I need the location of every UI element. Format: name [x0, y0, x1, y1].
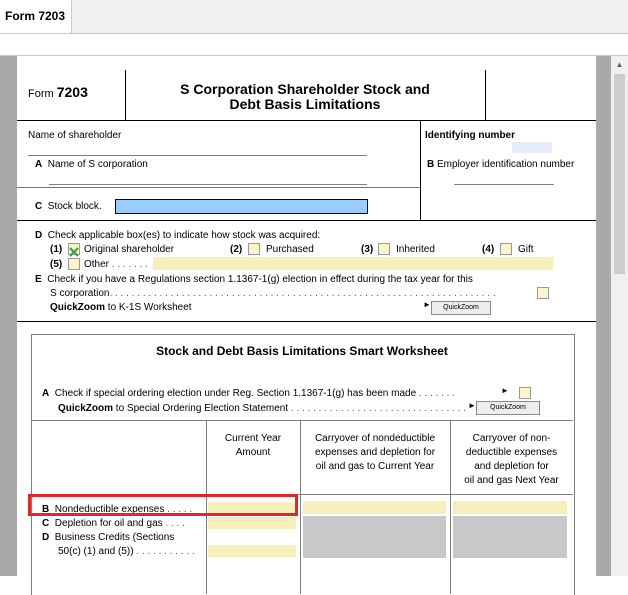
carryover-current-disabled-cell — [303, 516, 446, 558]
row-d-label-2: 50(c) (1) and (5)) — [58, 546, 134, 557]
identifying-number-label: Identifying number — [425, 130, 515, 141]
line-d-label: Check applicable box(es) to indicate how… — [47, 230, 321, 241]
rule-before-worksheet — [17, 321, 596, 322]
identifying-number-field[interactable] — [512, 142, 552, 153]
col3-header-line3: and depletion for — [474, 461, 549, 472]
ws-line-a-label: Check if special ordering election under… — [54, 388, 417, 399]
id-column-divider — [420, 120, 421, 220]
stock-block-field[interactable] — [115, 199, 368, 214]
col2-header-line1: Carryover of nondeductible — [314, 433, 436, 444]
shareholder-name-field[interactable] — [28, 155, 367, 156]
vertical-scrollbar[interactable]: ▲ — [611, 56, 628, 576]
depletion-current-year-field[interactable] — [208, 517, 296, 529]
line-e-label-2: S corporation — [50, 288, 110, 299]
form-word: Form — [28, 88, 54, 100]
d1-label: Original shareholder — [84, 244, 175, 255]
d5-label: Other — [84, 259, 110, 270]
carryover-next-disabled-cell — [453, 516, 567, 558]
d2-number: (2) — [230, 244, 243, 255]
col2-header-line2: expenses and depletion for — [314, 447, 436, 458]
col2-header-line3: oil and gas to Current Year — [315, 461, 435, 472]
special-ordering-checkbox[interactable] — [519, 387, 531, 399]
line-a-letter: A — [35, 159, 43, 170]
col-carryover-current-header: Carryover of nondeductible expenses and … — [300, 432, 450, 474]
purchased-checkbox[interactable] — [248, 243, 260, 255]
table-row: C Depletion for oil and gas . . . . — [42, 518, 185, 529]
s-corporation-name-field[interactable] — [49, 184, 367, 185]
ws-line-a-letter: A — [42, 388, 50, 399]
col3-header-line2: deductible expenses — [465, 447, 558, 458]
form-title: S Corporation Shareholder Stock and Debt… — [127, 82, 483, 112]
form-number: 7203 — [56, 84, 88, 100]
original-shareholder-checkbox[interactable] — [68, 243, 80, 257]
quickzoom-1-bold: QuickZoom — [50, 302, 106, 313]
nondeductible-carryover-next-field[interactable] — [453, 501, 567, 514]
arrow-right-icon: ► — [501, 386, 509, 395]
col3-header-line4: oil and gas Next Year — [464, 475, 559, 486]
tab-bar: Form 7203 — [0, 0, 628, 34]
col3-header-line1: Carryover of non- — [472, 433, 551, 444]
inherited-checkbox[interactable] — [378, 243, 390, 255]
other-checkbox[interactable] — [68, 258, 80, 270]
col-current-year-header: Current Year Amount — [206, 432, 300, 460]
scroll-up-arrow-icon[interactable]: ▲ — [611, 56, 628, 73]
form-title-line2: Debt Basis Limitations — [229, 96, 381, 112]
row-c-letter: C — [42, 518, 50, 529]
checkmark-icon — [69, 247, 79, 257]
form-page: Form 7203 S Corporation Shareholder Stoc… — [17, 56, 596, 595]
table-row: D Business Credits (Sections — [42, 532, 174, 543]
arrow-right-icon: ► — [423, 300, 431, 309]
line-b-letter: B — [427, 159, 435, 170]
ein-field[interactable] — [454, 184, 554, 185]
election-checkbox[interactable] — [537, 287, 549, 299]
quickzoom-2-label: to Special Ordering Election Statement — [115, 403, 289, 414]
line-c-letter: C — [35, 201, 43, 212]
line-e-letter: E — [35, 274, 42, 285]
row-d-label: Business Credits (Sections — [54, 532, 175, 543]
d3-label: Inherited — [396, 244, 435, 255]
d1-number: (1) — [50, 244, 63, 255]
row-d-letter: D — [42, 532, 50, 543]
header-rule — [17, 120, 596, 121]
line-a-label: Name of S corporation — [47, 159, 148, 170]
table-top-rule — [31, 420, 573, 421]
col1-header-line1: Current Year — [224, 433, 282, 444]
d4-label: Gift — [518, 244, 534, 255]
rule-before-d — [17, 220, 596, 221]
quickzoom-1-label: to K-1S Worksheet — [107, 302, 192, 313]
line-e-label-1: Check if you have a Regulations section … — [47, 274, 473, 285]
col1-header-line2: Amount — [235, 447, 271, 458]
name-of-shareholder-label: Name of shareholder — [28, 130, 122, 141]
header-divider-right — [485, 70, 486, 120]
quickzoom-2-bold: QuickZoom — [58, 403, 114, 414]
quickzoom-k1s-button[interactable]: QuickZoom — [431, 301, 491, 315]
quickzoom-special-ordering-button[interactable]: QuickZoom — [476, 401, 540, 415]
d4-number: (4) — [482, 244, 495, 255]
d2-label: Purchased — [266, 244, 314, 255]
tab-label: Form 7203 — [5, 9, 66, 23]
arrow-right-icon: ► — [468, 401, 476, 410]
line-c-label: Stock block. — [47, 201, 102, 212]
line-d-letter: D — [35, 230, 43, 241]
highlight-box — [28, 494, 298, 516]
col-carryover-next-header: Carryover of non- deductible expenses an… — [450, 432, 573, 488]
form-title-line1: S Corporation Shareholder Stock and — [180, 81, 430, 97]
d5-number: (5) — [50, 259, 63, 270]
business-credits-current-year-field[interactable] — [208, 545, 296, 557]
scrollbar-thumb[interactable] — [614, 74, 625, 274]
d3-number: (3) — [361, 244, 374, 255]
other-description-field[interactable] — [153, 257, 553, 270]
form-viewer: Form 7203 S Corporation Shareholder Stoc… — [0, 55, 628, 595]
gift-checkbox[interactable] — [500, 243, 512, 255]
rule-before-c — [17, 187, 420, 188]
tab-form-7203[interactable]: Form 7203 — [0, 0, 72, 33]
header-divider-left — [125, 70, 126, 120]
form-label: Form 7203 — [28, 84, 88, 100]
row-c-label: Depletion for oil and gas — [54, 518, 163, 529]
nondeductible-carryover-current-field[interactable] — [303, 501, 446, 514]
worksheet-title: Stock and Debt Basis Limitations Smart W… — [156, 344, 448, 358]
line-b-label: Employer identification number — [437, 159, 575, 170]
